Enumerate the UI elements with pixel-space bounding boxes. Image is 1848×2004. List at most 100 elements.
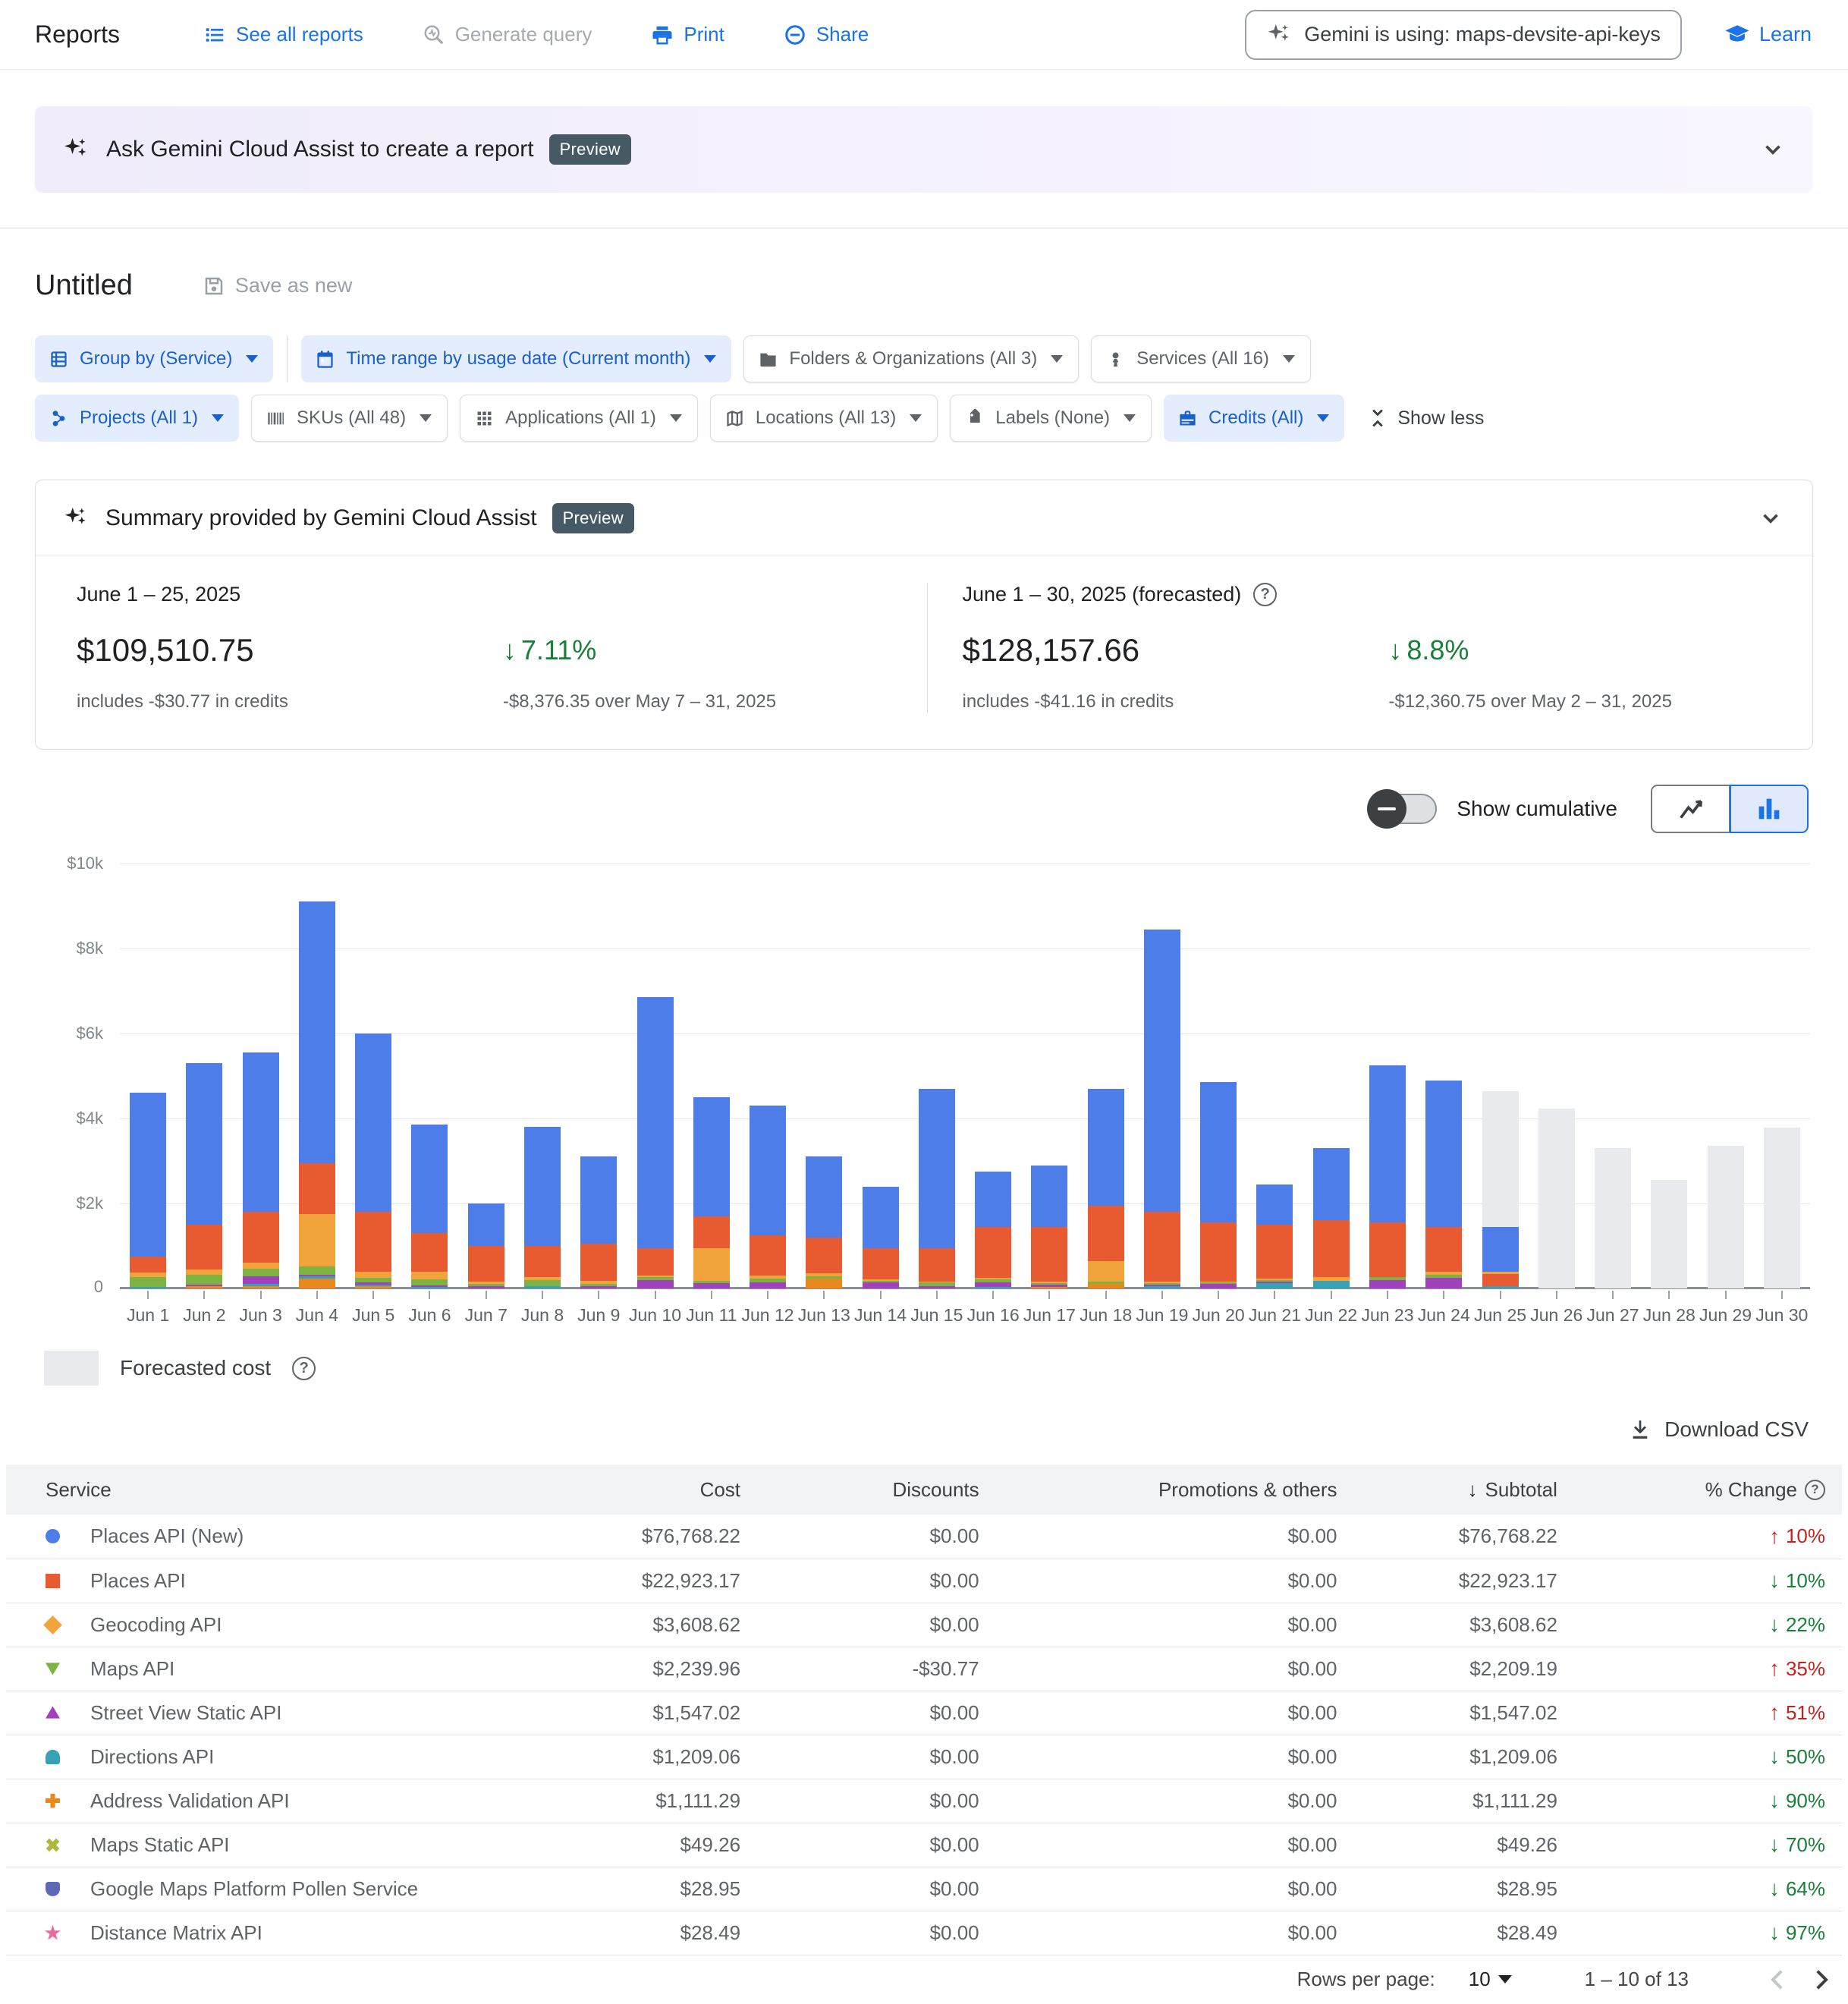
help-icon[interactable]: ? (1253, 583, 1277, 606)
col-discounts[interactable]: Discounts (740, 1464, 979, 1515)
bar-jun-7[interactable] (468, 1203, 504, 1288)
bar-jun-9[interactable] (580, 1156, 617, 1288)
col-subtotal[interactable]: ↓Subtotal (1337, 1464, 1557, 1515)
bar-jun-3[interactable] (243, 1052, 279, 1288)
bar-jun-5[interactable] (355, 1033, 391, 1288)
projects-chip[interactable]: Projects (All 1) (35, 395, 239, 442)
current-amount: $109,510.75 (77, 632, 503, 669)
chevron-down-icon[interactable] (1760, 137, 1786, 162)
bar-jun-13[interactable] (806, 1156, 842, 1288)
segment-street (1200, 1284, 1237, 1288)
bar-jun-12[interactable] (750, 1106, 786, 1288)
table-row[interactable]: Geocoding API$3,608.62$0.00$0.00$3,608.6… (6, 1603, 1842, 1647)
services-chip[interactable]: Services (All 16) (1091, 335, 1311, 382)
table-row[interactable]: Maps API$2,239.96-$30.77$0.00$2,209.19↑3… (6, 1647, 1842, 1691)
bar-jun-6[interactable] (411, 1125, 448, 1288)
bar-jun-1[interactable] (130, 1093, 166, 1288)
bar-jun-8[interactable] (524, 1127, 561, 1288)
next-page-button[interactable] (1799, 1958, 1842, 2001)
col-change[interactable]: % Change? (1557, 1464, 1842, 1515)
help-icon[interactable]: ? (292, 1357, 316, 1380)
locations-chip[interactable]: Locations (All 13) (710, 395, 938, 442)
generate-query-button[interactable]: Generate query (423, 23, 592, 46)
bar-jun-29[interactable] (1708, 1146, 1744, 1288)
toggle-track[interactable] (1372, 794, 1437, 824)
cost-value: $1,111.29 (511, 1779, 741, 1823)
bar-jun-10[interactable] (637, 997, 674, 1288)
save-as-new-button[interactable]: Save as new (203, 274, 353, 297)
segment-places_new (1482, 1227, 1519, 1272)
table-row[interactable]: Google Maps Platform Pollen Service$28.9… (6, 1867, 1842, 1911)
segment-directions (524, 1286, 561, 1288)
bar-jun-22[interactable] (1313, 1148, 1350, 1288)
table-row[interactable]: Directions API$1,209.06$0.00$0.00$1,209.… (6, 1735, 1842, 1779)
bar-jun-2[interactable] (186, 1063, 222, 1288)
bar-chart-button[interactable] (1730, 785, 1809, 833)
time-range-chip[interactable]: Time range by usage date (Current month) (301, 335, 731, 382)
table-row[interactable]: Places API$22,923.17$0.00$0.00$22,923.17… (6, 1559, 1842, 1603)
group-by-chip[interactable]: Group by (Service) (35, 335, 273, 382)
folders-organizations-chip[interactable]: Folders & Organizations (All 3) (743, 335, 1079, 382)
col-promotions[interactable]: Promotions & others (979, 1464, 1337, 1515)
segment-places (299, 1163, 335, 1214)
segment-places (1088, 1206, 1124, 1261)
x-label-jun-27: Jun 27 (1585, 1291, 1641, 1326)
download-csv-button[interactable]: Download CSV (1628, 1417, 1809, 1442)
bar-jun-20[interactable] (1200, 1082, 1237, 1288)
skus-chip[interactable]: SKUs (All 48) (251, 395, 448, 442)
bar-jun-24[interactable] (1425, 1081, 1462, 1288)
segment-street (1369, 1280, 1406, 1288)
col-cost[interactable]: Cost (511, 1464, 741, 1515)
cost-value: $76,768.22 (511, 1515, 741, 1559)
bar-jun-18[interactable] (1088, 1089, 1124, 1288)
table-row[interactable]: Maps Static API$49.26$0.00$0.00$49.26↓70… (6, 1823, 1842, 1867)
labels-chip[interactable]: Labels (None) (950, 395, 1152, 442)
show-cumulative-toggle[interactable]: Show cumulative (1372, 794, 1617, 824)
bar-jun-30[interactable] (1764, 1128, 1800, 1288)
segment-directions (411, 1287, 448, 1288)
x-tick (1725, 1291, 1727, 1299)
table-row[interactable]: Street View Static API$1,547.02$0.00$0.0… (6, 1691, 1842, 1735)
bar-jun-15[interactable] (919, 1089, 955, 1288)
line-chart-button[interactable] (1651, 785, 1730, 833)
series-marker-icon (46, 1882, 60, 1896)
segment-places (411, 1233, 448, 1271)
bar-jun-27[interactable] (1595, 1148, 1631, 1288)
chevron-down-icon[interactable] (1758, 505, 1784, 531)
bar-jun-4[interactable] (299, 901, 335, 1288)
share-button[interactable]: Share (784, 23, 869, 46)
gemini-summary-card: Summary provided by Gemini Cloud Assist … (35, 480, 1813, 750)
discounts-value: $0.00 (740, 1559, 979, 1603)
see-all-reports-button[interactable]: See all reports (203, 23, 363, 46)
previous-page-button[interactable] (1757, 1958, 1799, 2001)
gemini-banner[interactable]: Ask Gemini Cloud Assist to create a repo… (35, 106, 1813, 193)
table-row[interactable]: Address Validation API$1,111.29$0.00$0.0… (6, 1779, 1842, 1823)
applications-chip[interactable]: Applications (All 1) (460, 395, 698, 442)
bar-jun-14[interactable] (863, 1187, 899, 1288)
learn-button[interactable]: Learn (1724, 22, 1812, 48)
change-percent: 10% (1786, 1569, 1825, 1593)
bar-slot (796, 864, 852, 1288)
table-row[interactable]: Distance Matrix API$28.49$0.00$0.00$28.4… (6, 1911, 1842, 1955)
table-header-row: Service Cost Discounts Promotions & othe… (6, 1464, 1842, 1515)
segment-maps (243, 1269, 279, 1276)
gemini-context-pill[interactable]: Gemini is using: maps-devsite-api-keys (1245, 10, 1682, 60)
bar-jun-17[interactable] (1031, 1166, 1067, 1288)
bar-jun-26[interactable] (1538, 1109, 1575, 1288)
col-service[interactable]: Service (6, 1464, 511, 1515)
bar-jun-28[interactable] (1651, 1180, 1687, 1288)
bar-jun-21[interactable] (1256, 1184, 1293, 1288)
bar-jun-19[interactable] (1144, 930, 1180, 1288)
print-button[interactable]: Print (651, 23, 724, 46)
help-icon[interactable]: ? (1805, 1480, 1825, 1500)
bar-jun-23[interactable] (1369, 1065, 1406, 1288)
bar-jun-11[interactable] (693, 1097, 730, 1288)
credits-chip[interactable]: Credits (All) (1164, 395, 1344, 442)
table-row[interactable]: Places API (New)$76,768.22$0.00$0.00$76,… (6, 1515, 1842, 1559)
show-less-button[interactable]: Show less (1367, 407, 1484, 429)
bar-jun-16[interactable] (975, 1172, 1011, 1288)
rows-per-page-select[interactable]: 10 (1469, 1968, 1512, 1991)
x-label-jun-5: Jun 5 (345, 1291, 401, 1326)
bar-jun-25[interactable] (1482, 1091, 1519, 1288)
share-link-icon (784, 24, 806, 46)
